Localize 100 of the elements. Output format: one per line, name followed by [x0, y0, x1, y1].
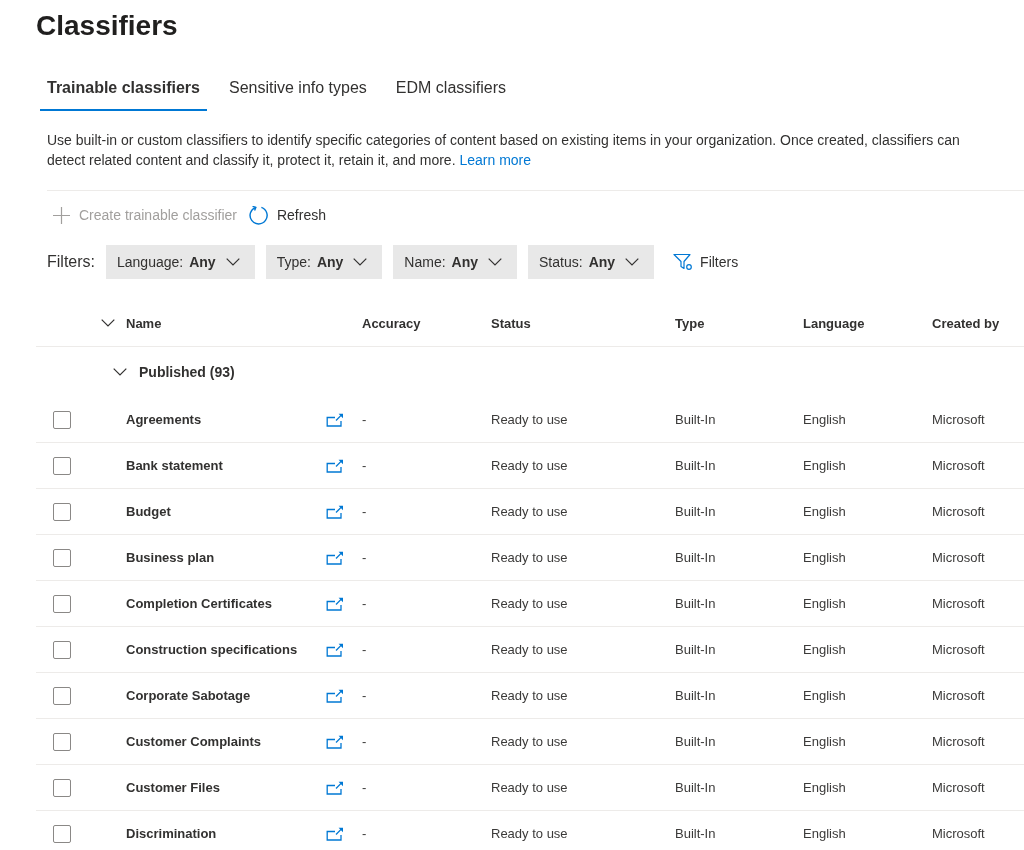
- table-cell: Microsoft: [932, 596, 985, 611]
- table-cell: -: [362, 596, 367, 611]
- table-cell: English: [803, 826, 846, 841]
- row-checkbox[interactable]: [53, 502, 71, 521]
- chevron-down-icon: [353, 258, 368, 266]
- table-cell: Ready to use: [491, 458, 568, 473]
- table-cell: English: [803, 412, 846, 427]
- table-cell: Ready to use: [491, 412, 568, 427]
- external-link-icon[interactable]: [326, 780, 344, 795]
- row-checkbox[interactable]: [53, 640, 71, 659]
- learn-more-link[interactable]: Learn more: [459, 152, 532, 168]
- external-link-icon[interactable]: [326, 734, 344, 749]
- table-cell: Customer Files: [126, 780, 220, 795]
- table-cell: English: [803, 780, 846, 795]
- external-link-icon[interactable]: [326, 550, 344, 565]
- table-cell: English: [803, 596, 846, 611]
- filter-dropdown[interactable]: Name: Any: [393, 245, 518, 279]
- table-cell: Corporate Sabotage: [126, 688, 251, 703]
- table-cell: Bank statement: [126, 458, 223, 473]
- chevron-down-icon: [225, 258, 240, 266]
- column-header[interactable]: Accuracy: [362, 315, 421, 331]
- table-cell: -: [362, 504, 367, 519]
- table-cell: Ready to use: [491, 642, 568, 657]
- table-cell: -: [362, 688, 367, 703]
- column-header[interactable]: Type: [675, 315, 705, 331]
- table-cell: Built-In: [675, 596, 716, 611]
- table-cell: -: [362, 550, 367, 565]
- column-header[interactable]: Created by: [932, 315, 1000, 331]
- filter-dropdown[interactable]: Status: Any: [528, 245, 655, 279]
- table-cell: Ready to use: [491, 504, 568, 519]
- external-link-icon[interactable]: [326, 596, 344, 611]
- table-cell: Microsoft: [932, 642, 985, 657]
- external-link-icon[interactable]: [326, 504, 344, 519]
- table-cell: -: [362, 412, 367, 427]
- table-cell: Microsoft: [932, 688, 985, 703]
- chevron-down-icon: [625, 258, 640, 266]
- tab[interactable]: Sensitive info types: [222, 67, 374, 111]
- description-text: Use built-in or custom classifiers to identify specific categories of content based on existing items in your organization. Once created, classifiers can detect related content and classify it, protect it, retain it, and more. Learn more: [47, 131, 961, 170]
- tab[interactable]: EDM classifiers: [388, 67, 514, 111]
- filter-dropdown[interactable]: Type: Any: [265, 245, 383, 279]
- table-cell: Built-In: [675, 458, 716, 473]
- table-cell: Business plan: [126, 550, 215, 565]
- table-cell: Agreements: [126, 412, 202, 427]
- table-cell: Built-In: [675, 642, 716, 657]
- external-link-icon[interactable]: [326, 826, 344, 841]
- filters-label: Filters:: [47, 253, 95, 271]
- refresh-button[interactable]: Refresh: [242, 197, 332, 233]
- chevron-down-icon[interactable]: [101, 319, 115, 327]
- filter-dropdown[interactable]: Language: Any: [106, 245, 255, 279]
- table-cell: -: [362, 826, 367, 841]
- table-cell: English: [803, 642, 846, 657]
- column-header[interactable]: Language: [803, 315, 865, 331]
- table-cell: Built-In: [675, 412, 716, 427]
- table-cell: Microsoft: [932, 412, 985, 427]
- row-checkbox[interactable]: [53, 410, 71, 429]
- table-cell: Ready to use: [491, 550, 568, 565]
- filter-icon: [673, 253, 694, 271]
- table-cell: Microsoft: [932, 504, 985, 519]
- external-link-icon[interactable]: [326, 688, 344, 703]
- table-cell: Ready to use: [491, 780, 568, 795]
- row-checkbox[interactable]: [53, 594, 71, 613]
- chevron-down-icon: [488, 258, 503, 266]
- table-cell: Discrimination: [126, 826, 217, 841]
- table-cell: Microsoft: [932, 780, 985, 795]
- row-checkbox[interactable]: [53, 456, 71, 475]
- table-cell: English: [803, 504, 846, 519]
- chevron-down-icon: [113, 368, 127, 376]
- filters-button[interactable]: Filters: [665, 245, 747, 279]
- plus-icon: [53, 206, 70, 224]
- table-cell: Built-In: [675, 826, 716, 841]
- row-checkbox[interactable]: [53, 778, 71, 797]
- table-cell: English: [803, 458, 846, 473]
- row-checkbox[interactable]: [53, 732, 71, 751]
- column-header[interactable]: Status: [491, 315, 531, 331]
- refresh-icon: [248, 205, 268, 225]
- row-checkbox[interactable]: [53, 824, 71, 843]
- table-cell: Built-In: [675, 504, 716, 519]
- table-cell: Customer Complaints: [126, 734, 262, 749]
- page-title: Classifiers: [36, 9, 178, 43]
- tab[interactable]: Trainable classifiers: [40, 67, 207, 111]
- table-cell: Microsoft: [932, 734, 985, 749]
- external-link-icon[interactable]: [326, 412, 344, 427]
- table-cell: Built-In: [675, 550, 716, 565]
- table-cell: -: [362, 642, 367, 657]
- table-cell: Budget: [126, 504, 171, 519]
- group-header[interactable]: Published (93): [113, 364, 235, 380]
- table-cell: Ready to use: [491, 734, 568, 749]
- table-cell: -: [362, 780, 367, 795]
- table-cell: English: [803, 688, 846, 703]
- table-cell: Ready to use: [491, 596, 568, 611]
- table-cell: Ready to use: [491, 826, 568, 841]
- external-link-icon[interactable]: [326, 458, 344, 473]
- table-cell: Microsoft: [932, 550, 985, 565]
- table-cell: Built-In: [675, 780, 716, 795]
- table-cell: Microsoft: [932, 458, 985, 473]
- external-link-icon[interactable]: [326, 642, 344, 657]
- table-cell: -: [362, 458, 367, 473]
- row-checkbox[interactable]: [53, 686, 71, 705]
- row-checkbox[interactable]: [53, 548, 71, 567]
- column-header[interactable]: Name: [126, 315, 162, 331]
